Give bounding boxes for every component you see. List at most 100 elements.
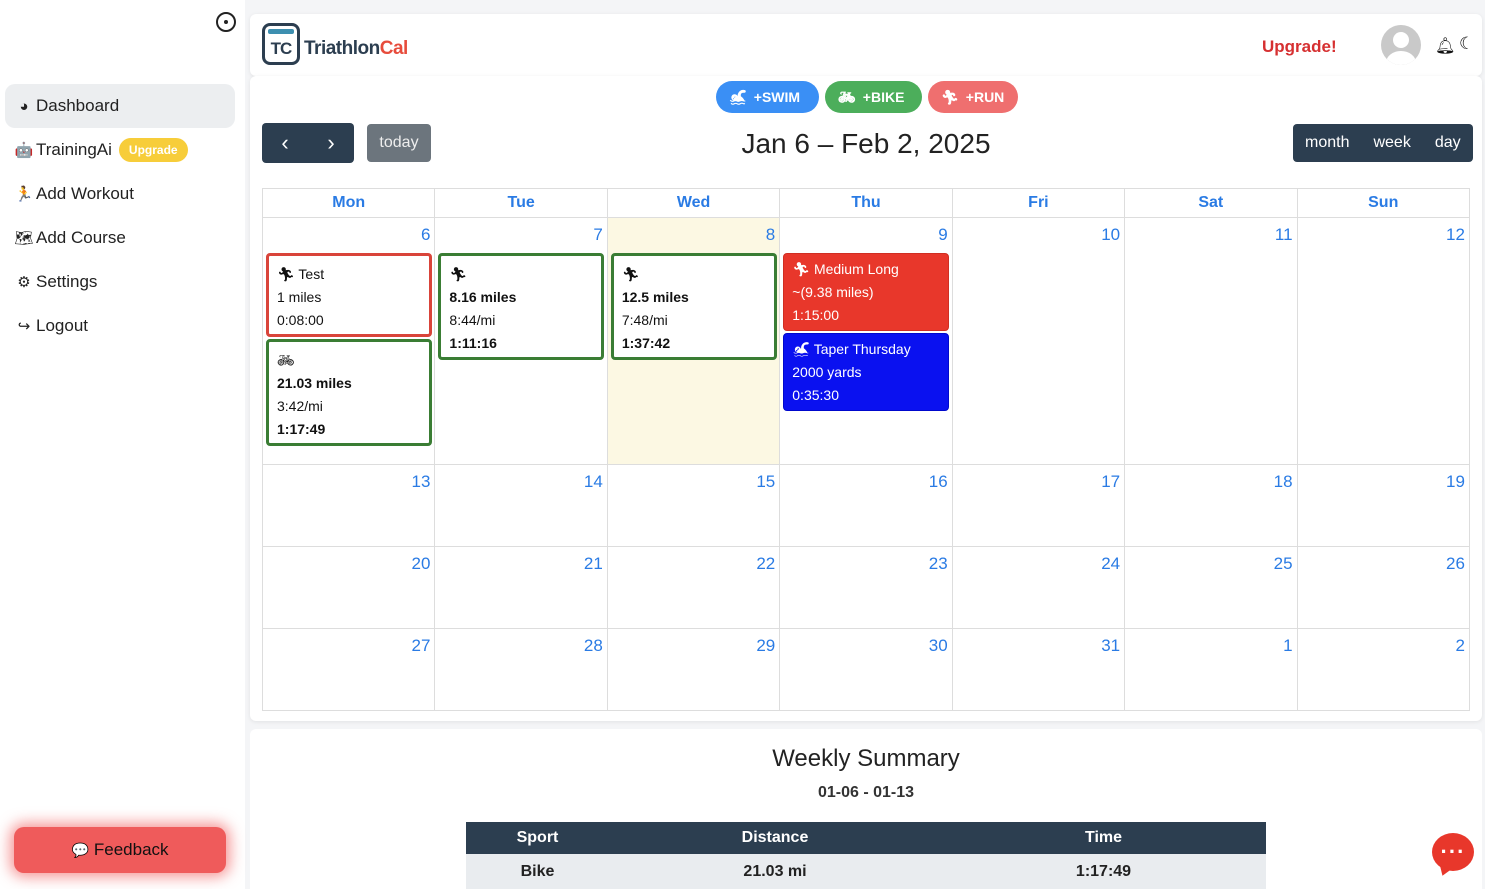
logout-icon: ↪ — [17, 318, 31, 335]
sidebar-item-logout[interactable]: ↪ Logout — [5, 304, 235, 348]
upgrade-badge[interactable]: Upgrade — [118, 138, 188, 162]
column-header: Sport — [466, 822, 609, 854]
map-icon: 🗺 — [14, 230, 34, 247]
upgrade-link[interactable]: Upgrade! — [1262, 37, 1337, 57]
workout-event-run[interactable]: 🏃︎ 8.16 miles 8:44/mi 1:11:16 — [438, 253, 605, 360]
day-cell[interactable]: 14 — [435, 465, 608, 547]
feedback-button[interactable]: 💬 Feedback — [14, 827, 226, 873]
day-cell[interactable]: 30 — [780, 629, 953, 711]
logo-text: TriathlonCal — [304, 38, 408, 59]
day-number[interactable]: 17 — [1101, 472, 1120, 492]
chat-dots-icon: ··· — [1440, 839, 1466, 864]
day-number[interactable]: 6 — [421, 225, 430, 245]
view-month-button[interactable]: month — [1293, 124, 1361, 162]
day-cell[interactable]: 28 — [435, 629, 608, 711]
day-cell[interactable]: 19 — [1297, 465, 1470, 547]
weekday-header: Mon Tue Wed Thu Fri Sat Sun — [263, 189, 1470, 218]
day-number[interactable]: 14 — [584, 472, 603, 492]
sidebar-nav: ◕ Dashboard 🤖 TrainingAi Upgrade 🏃 Add W… — [5, 84, 235, 348]
summary-title: Weekly Summary — [772, 745, 960, 772]
day-cell[interactable]: 22 — [607, 547, 781, 629]
day-number[interactable]: 22 — [756, 554, 775, 574]
day-cell[interactable]: 1 — [1125, 629, 1298, 711]
day-cell[interactable]: 11 — [1125, 218, 1298, 465]
day-cell[interactable]: 31 — [952, 629, 1126, 711]
weekday-label: Fri — [952, 189, 1126, 218]
day-number[interactable]: 23 — [929, 554, 948, 574]
calendar-week: 20 21 22 23 24 25 26 — [263, 547, 1470, 629]
day-number[interactable]: 19 — [1446, 472, 1465, 492]
swim-icon: 🏊︎ — [729, 88, 747, 105]
day-cell[interactable]: 9 🏃︎ Medium Long ~(9.38 miles) 1:15:00 🏊… — [780, 218, 953, 465]
day-cell[interactable]: 24 — [952, 547, 1126, 629]
app-logo[interactable]: TC TriathlonCal — [262, 23, 408, 65]
sidebar-toggle-icon[interactable] — [216, 12, 236, 32]
day-cell[interactable]: 26 — [1297, 547, 1470, 629]
day-number[interactable]: 10 — [1101, 225, 1120, 245]
day-number[interactable]: 13 — [412, 472, 431, 492]
day-cell[interactable]: 13 — [263, 465, 436, 547]
day-number[interactable]: 21 — [584, 554, 603, 574]
day-cell[interactable]: 7 🏃︎ 8.16 miles 8:44/mi 1:11:16 — [435, 218, 608, 465]
day-number[interactable]: 12 — [1446, 225, 1465, 245]
view-week-button[interactable]: week — [1361, 124, 1422, 162]
day-number[interactable]: 20 — [412, 554, 431, 574]
prev-button[interactable]: ‹ — [262, 123, 308, 163]
chat-widget-button[interactable]: ··· — [1432, 833, 1474, 871]
day-cell[interactable]: 29 — [607, 629, 781, 711]
sidebar-item-add-workout[interactable]: 🏃 Add Workout — [5, 172, 235, 216]
day-cell[interactable]: 25 — [1125, 547, 1298, 629]
day-cell[interactable]: 17 — [952, 465, 1126, 547]
planned-event-run[interactable]: 🏃︎ Medium Long ~(9.38 miles) 1:15:00 — [783, 253, 950, 331]
day-cell[interactable]: 12 — [1297, 218, 1470, 465]
add-swim-button[interactable]: 🏊︎ +SWIM — [716, 81, 819, 113]
moon-icon[interactable]: ☾ — [1459, 34, 1474, 54]
day-cell[interactable]: 21 — [435, 547, 608, 629]
today-button[interactable]: today — [367, 124, 431, 162]
add-bike-button[interactable]: 🚲︎ +BIKE — [825, 81, 922, 113]
sidebar-item-trainingai[interactable]: 🤖 TrainingAi Upgrade — [5, 128, 235, 172]
weekday-label: Thu — [780, 189, 953, 218]
day-number[interactable]: 24 — [1101, 554, 1120, 574]
day-number[interactable]: 28 — [584, 636, 603, 656]
sidebar-item-settings[interactable]: ⚙ Settings — [5, 260, 235, 304]
day-cell[interactable]: 27 — [263, 629, 436, 711]
day-number[interactable]: 7 — [593, 225, 602, 245]
day-number[interactable]: 31 — [1101, 636, 1120, 656]
view-day-button[interactable]: day — [1423, 124, 1473, 162]
bell-icon[interactable]: 🔔︎ — [1435, 36, 1455, 56]
day-number[interactable]: 18 — [1274, 472, 1293, 492]
workout-event-bike[interactable]: 🚲︎ 21.03 miles 3:42/mi 1:17:49 — [266, 339, 432, 446]
day-cell[interactable]: 23 — [780, 547, 953, 629]
day-number[interactable]: 27 — [412, 636, 431, 656]
day-cell[interactable]: 18 — [1125, 465, 1298, 547]
day-number[interactable]: 16 — [929, 472, 948, 492]
day-number[interactable]: 15 — [756, 472, 775, 492]
workout-event-run[interactable]: 🏃︎ Test 1 miles 0:08:00 — [266, 253, 432, 337]
planned-event-swim[interactable]: 🏊︎ Taper Thursday 2000 yards 0:35:30 — [783, 333, 950, 411]
sidebar-item-dashboard[interactable]: ◕ Dashboard — [5, 84, 235, 128]
day-number[interactable]: 8 — [766, 225, 775, 245]
avatar[interactable] — [1381, 25, 1421, 65]
day-number[interactable]: 25 — [1274, 554, 1293, 574]
day-number[interactable]: 1 — [1283, 636, 1292, 656]
day-cell[interactable]: 16 — [780, 465, 953, 547]
day-number[interactable]: 26 — [1446, 554, 1465, 574]
sidebar-item-add-course[interactable]: 🗺 Add Course — [5, 216, 235, 260]
day-cell[interactable]: 10 — [952, 218, 1126, 465]
day-number[interactable]: 11 — [1275, 225, 1293, 245]
next-button[interactable]: › — [308, 123, 354, 163]
workout-event-run[interactable]: 🏃︎ 12.5 miles 7:48/mi 1:37:42 — [610, 253, 777, 360]
day-cell[interactable]: 6 🏃︎ Test 1 miles 0:08:00 🚲︎ 21.03 miles… — [263, 218, 436, 465]
weekday-label: Tue — [435, 189, 608, 218]
day-cell[interactable]: 20 — [263, 547, 436, 629]
day-cell[interactable]: 2 — [1297, 629, 1470, 711]
day-number[interactable]: 29 — [756, 636, 775, 656]
day-cell-today[interactable]: 8 🏃︎ 12.5 miles 7:48/mi 1:37:42 — [607, 218, 781, 465]
day-cell[interactable]: 15 — [607, 465, 781, 547]
calendar-week: 13 14 15 16 17 18 19 — [263, 465, 1470, 547]
day-number[interactable]: 9 — [938, 225, 947, 245]
day-number[interactable]: 2 — [1455, 636, 1464, 656]
add-run-button[interactable]: 🏃︎ +RUN — [928, 81, 1018, 113]
day-number[interactable]: 30 — [929, 636, 948, 656]
